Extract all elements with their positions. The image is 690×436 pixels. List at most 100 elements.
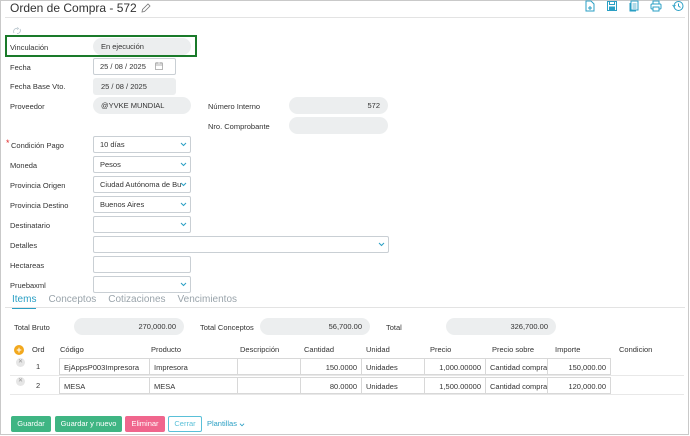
cell-precio-sobre[interactable]: Cantidad compra	[485, 357, 548, 375]
proveedor-label: Proveedor	[10, 102, 45, 111]
cell-producto[interactable]: Impresora	[149, 357, 238, 375]
cell-codigo[interactable]: MESA	[59, 376, 150, 394]
cell-precio[interactable]: 1,500.00000	[424, 376, 486, 394]
total-field: 326,700.00	[446, 318, 556, 335]
cell-ord: 2	[36, 380, 41, 390]
chevron-down-icon	[180, 222, 187, 227]
cell-codigo[interactable]: EjAppsP003Impresora	[59, 357, 150, 375]
tab-items[interactable]: Items	[12, 294, 37, 309]
plantillas-dropdown[interactable]: Plantillas	[206, 416, 246, 432]
print-icon[interactable]	[650, 0, 662, 12]
title-divider	[5, 17, 685, 18]
condicion-pago-label: Condición Pago	[11, 141, 64, 150]
chevron-down-icon	[180, 142, 187, 147]
add-cell: +	[10, 344, 32, 355]
vinculacion-label: Vinculación	[10, 43, 49, 52]
condicion-pago-value: 10 días	[100, 140, 125, 149]
calendar-icon[interactable]	[155, 62, 163, 70]
provincia-destino-value: Buenos Aires	[100, 200, 145, 209]
cell-ord: 1	[36, 361, 41, 371]
items-table: + Ord Código Producto Descripción Cantid…	[10, 342, 684, 395]
tab-vencimientos[interactable]: Vencimientos	[178, 294, 237, 307]
total-conceptos-field: 56,700.00	[260, 318, 370, 335]
nro-comprobante-label: Nro. Comprobante	[208, 122, 270, 131]
fecha-base-year: 2025	[130, 82, 147, 91]
moneda-select[interactable]: Pesos	[93, 156, 191, 173]
cell-importe[interactable]: 120,000.00	[547, 376, 611, 394]
chevron-down-icon	[180, 282, 187, 287]
new-doc-icon[interactable]	[584, 0, 596, 12]
cell-precio[interactable]: 1,000.00000	[424, 357, 486, 375]
col-ord: Ord	[32, 345, 45, 354]
copy-icon[interactable]	[628, 0, 640, 12]
cell-precio-sobre[interactable]: Cantidad compra	[485, 376, 548, 394]
cerrar-button[interactable]: Cerrar	[168, 416, 202, 432]
pruebaxml-label: Pruebaxml	[10, 281, 46, 290]
cell-unidad[interactable]: Unidades	[361, 357, 425, 375]
cell-condicion[interactable]	[611, 358, 671, 375]
provincia-origen-label: Provincia Origen	[10, 181, 66, 190]
numero-interno-label: Número Interno	[208, 102, 261, 111]
cell-unidad[interactable]: Unidades	[361, 376, 425, 394]
table-row[interactable]: ✕ 2 MESA MESA 80.0000 Unidades 1,500.000…	[10, 376, 684, 395]
chevron-down-icon	[239, 422, 245, 426]
tab-bar: Items Conceptos Cotizaciones Vencimiento…	[12, 294, 237, 309]
condicion-pago-select[interactable]: 10 días	[93, 136, 191, 153]
fecha-label: Fecha	[10, 63, 31, 72]
tab-conceptos[interactable]: Conceptos	[48, 294, 96, 307]
guardar-button[interactable]: Guardar	[11, 416, 51, 432]
cell-condicion[interactable]	[611, 377, 671, 394]
hectareas-input[interactable]	[93, 256, 191, 273]
close-icon[interactable]: ✕	[16, 357, 25, 367]
history-icon[interactable]	[672, 0, 684, 12]
fecha-base-field: 25 / 08 / 2025	[93, 78, 176, 95]
provincia-destino-select[interactable]: Buenos Aires	[93, 196, 191, 213]
col-producto: Producto	[151, 345, 182, 354]
destinatario-select[interactable]	[93, 216, 191, 233]
hectareas-label: Hectareas	[10, 261, 45, 270]
cell-descripcion[interactable]	[237, 376, 301, 394]
col-precio-sobre: Precio sobre	[492, 345, 535, 354]
provincia-origen-select[interactable]: Ciudad Autónoma de Bu	[93, 176, 191, 193]
pruebaxml-select[interactable]	[93, 276, 191, 293]
cell-importe[interactable]: 150,000.00	[547, 357, 611, 375]
fecha-base-month: 08	[115, 82, 124, 91]
detalles-select[interactable]	[93, 236, 389, 253]
pencil-icon[interactable]	[141, 3, 151, 13]
chevron-down-icon	[180, 202, 187, 207]
add-row-icon[interactable]: +	[14, 344, 24, 355]
vinculacion-field: En ejecución	[93, 38, 191, 55]
fecha-year: 2025	[129, 62, 146, 71]
fecha-day: 25	[100, 62, 109, 71]
provincia-origen-value: Ciudad Autónoma de Bu	[100, 180, 182, 189]
col-condicion: Condicion	[619, 345, 653, 354]
total-conceptos-label: Total Conceptos	[200, 323, 254, 332]
cell-cantidad[interactable]: 150.0000	[300, 357, 362, 375]
cell-producto[interactable]: MESA	[149, 376, 238, 394]
cell-descripcion[interactable]	[237, 357, 301, 375]
fecha-input[interactable]: 25 / 08 / 2025	[93, 58, 176, 75]
chevron-down-icon	[378, 242, 385, 247]
chevron-down-icon	[180, 162, 187, 167]
eliminar-button[interactable]: Eliminar	[125, 416, 165, 432]
toolbar	[584, 0, 684, 12]
table-row[interactable]: ✕ 1 EjAppsP003Impresora Impresora 150.00…	[10, 357, 684, 376]
save-icon[interactable]	[606, 0, 618, 12]
fecha-month: 08	[114, 62, 123, 71]
fecha-base-label: Fecha Base Vto.	[10, 82, 66, 91]
destinatario-label: Destinatario	[10, 221, 51, 230]
guardar-nuevo-button[interactable]: Guardar y nuevo	[55, 416, 122, 432]
required-mark: *	[6, 138, 10, 148]
total-label: Total	[386, 323, 402, 332]
col-cantidad: Cantidad	[304, 345, 335, 354]
col-importe: Importe	[555, 345, 581, 354]
tab-cotizaciones[interactable]: Cotizaciones	[108, 294, 165, 307]
remove-cell: ✕	[10, 376, 32, 394]
refresh-icon[interactable]	[12, 27, 22, 35]
close-icon[interactable]: ✕	[16, 376, 25, 386]
page-title-wrap: Orden de Compra - 572	[10, 1, 151, 15]
moneda-value: Pesos	[100, 160, 121, 169]
numero-interno-field: 572	[289, 97, 388, 114]
cell-cantidad[interactable]: 80.0000	[300, 376, 362, 394]
col-codigo: Código	[60, 345, 84, 354]
